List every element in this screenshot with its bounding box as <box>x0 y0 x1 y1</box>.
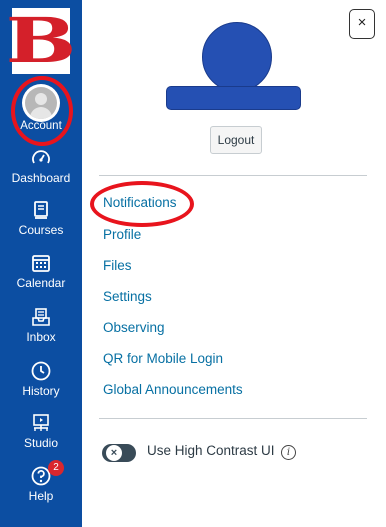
nav-help-label: Help <box>28 489 54 503</box>
courses-icon <box>34 201 48 219</box>
nav-help[interactable]: Help <box>0 465 82 503</box>
nav-history-label: History <box>22 384 60 398</box>
school-logo[interactable]: B <box>6 8 76 74</box>
profile-picture-redacted <box>202 22 272 92</box>
link-global-announcements[interactable]: Global Announcements <box>103 382 243 397</box>
toggle-off-icon: × <box>106 445 122 461</box>
studio-icon <box>33 414 49 431</box>
nav-history[interactable]: History <box>0 360 82 398</box>
link-files[interactable]: Files <box>103 258 132 273</box>
nav-courses[interactable]: Courses <box>0 199 82 237</box>
nav-studio-label: Studio <box>23 436 59 450</box>
inbox-icon <box>32 308 50 326</box>
high-contrast-toggle[interactable]: × <box>102 444 136 462</box>
high-contrast-label: Use High Contrast UI <box>147 443 275 458</box>
link-settings[interactable]: Settings <box>103 289 152 304</box>
notifications-highlight-oval <box>90 181 194 227</box>
nav-studio[interactable]: Studio <box>0 412 82 450</box>
divider-bottom <box>99 418 367 419</box>
nav-calendar[interactable]: Calendar <box>0 252 82 290</box>
nav-inbox[interactable]: Inbox <box>0 306 82 344</box>
nav-inbox-label: Inbox <box>26 330 56 344</box>
divider-top <box>99 175 367 176</box>
history-icon <box>31 361 51 381</box>
logo-letter: B <box>5 4 77 77</box>
logout-button[interactable]: Logout <box>210 126 262 154</box>
link-qr-mobile-login[interactable]: QR for Mobile Login <box>103 351 223 366</box>
profile-name-redacted <box>166 86 301 110</box>
nav-dashboard-label: Dashboard <box>11 171 71 185</box>
nav-calendar-label: Calendar <box>16 276 66 290</box>
info-icon[interactable]: i <box>281 445 296 460</box>
close-button[interactable]: × <box>349 9 375 39</box>
help-notification-badge: 2 <box>48 460 64 476</box>
nav-dashboard[interactable]: Dashboard <box>0 147 82 185</box>
link-observing[interactable]: Observing <box>103 320 165 335</box>
calendar-icon <box>32 255 50 272</box>
account-highlight-oval <box>11 76 73 146</box>
link-profile[interactable]: Profile <box>103 227 141 242</box>
nav-courses-label: Courses <box>18 223 64 237</box>
dashboard-icon <box>32 150 50 164</box>
